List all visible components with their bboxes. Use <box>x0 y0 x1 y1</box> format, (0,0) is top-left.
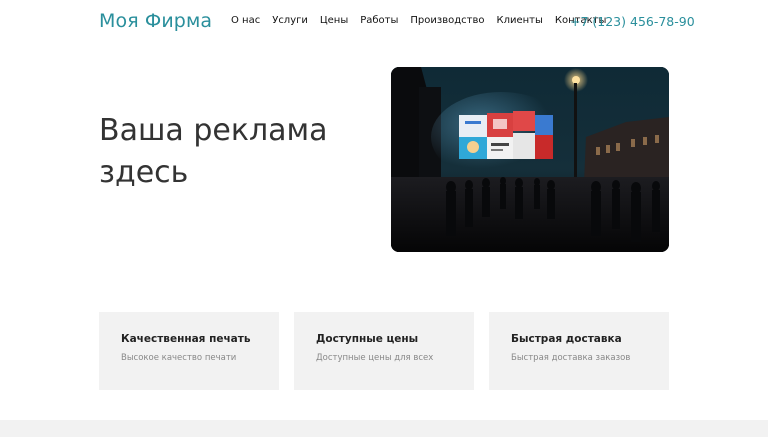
footer-band <box>0 420 768 437</box>
main-nav: О нас Услуги Цены Работы Производство Кл… <box>231 15 606 26</box>
feature-title: Качественная печать <box>121 333 251 345</box>
nav-link-services[interactable]: Услуги <box>272 15 308 26</box>
feature-title: Быстрая доставка <box>511 333 622 345</box>
nav-link-production[interactable]: Производство <box>410 15 484 26</box>
nav-link-about[interactable]: О нас <box>231 15 260 26</box>
hero-title: Ваша реклама здесь <box>99 113 328 190</box>
feature-description: Высокое качество печати <box>121 353 237 363</box>
feature-description: Доступные цены для всех <box>316 353 434 363</box>
hero-image <box>391 67 669 252</box>
feature-card-printing: Качественная печать Высокое качество печ… <box>99 312 279 390</box>
feature-description: Быстрая доставка заказов <box>511 353 631 363</box>
phone-link[interactable]: +7 (123) 456-78-90 <box>570 14 695 29</box>
brand-logo[interactable]: Моя Фирма <box>99 10 212 32</box>
nav-link-prices[interactable]: Цены <box>320 15 348 26</box>
nav-link-works[interactable]: Работы <box>360 15 398 26</box>
feature-title: Доступные цены <box>316 333 419 345</box>
site-header: Моя Фирма О нас Услуги Цены Работы Произ… <box>0 0 768 46</box>
features-section: Качественная печать Высокое качество печ… <box>99 312 669 390</box>
hero-photo-illustration <box>391 67 669 252</box>
feature-card-prices: Доступные цены Доступные цены для всех <box>294 312 474 390</box>
nav-link-clients[interactable]: Клиенты <box>496 15 542 26</box>
feature-card-delivery: Быстрая доставка Быстрая доставка заказо… <box>489 312 669 390</box>
billboard-screens <box>459 111 553 159</box>
